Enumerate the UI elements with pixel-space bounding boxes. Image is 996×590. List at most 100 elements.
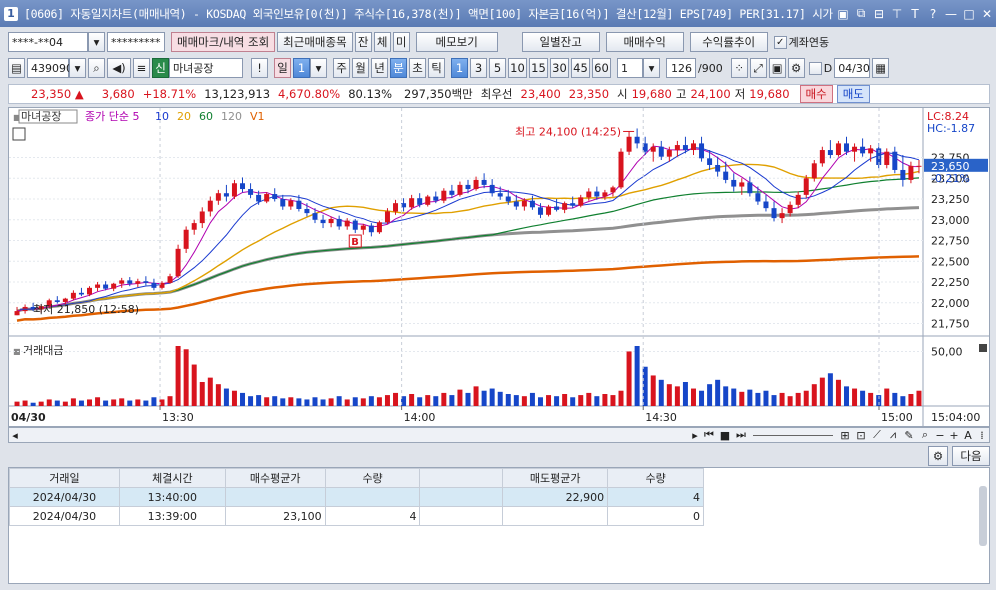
next-button[interactable]: 다음 (952, 445, 990, 466)
trade-mark-button[interactable]: 매매마크/내역 조회 (171, 32, 276, 52)
col-trade-date[interactable]: 거래일 (9, 468, 120, 488)
col-exec-time[interactable]: 체결시간 (118, 468, 226, 488)
magnifier-icon[interactable]: ⌕ (917, 428, 933, 442)
save-icon[interactable]: ▣ (768, 58, 786, 78)
window-icon[interactable]: ⊡ (853, 429, 869, 442)
window-link-icon[interactable]: ⧉ (852, 6, 870, 21)
chevron-down-icon[interactable]: ▾ (643, 58, 660, 78)
interval-30-button[interactable]: 30 (550, 58, 569, 78)
candle-body (62, 298, 68, 302)
password-field[interactable]: ********* (107, 32, 165, 52)
date-checkbox[interactable] (808, 61, 822, 75)
return-trend-button[interactable]: 수익률추이 (689, 32, 768, 52)
candle-body (111, 283, 117, 289)
search-icon[interactable]: ⌕ (88, 58, 105, 78)
zoom-slider[interactable] (753, 434, 833, 436)
table-row[interactable]: 2024/04/30 13:39:00 23,100 4 0 (9, 506, 704, 526)
interval-10-button[interactable]: 10 (508, 58, 527, 78)
chevron-down-icon[interactable]: ▾ (310, 58, 327, 78)
trend-line-icon[interactable]: ⟋ (869, 428, 885, 442)
maximize-icon[interactable]: □ (960, 7, 978, 21)
font-icon[interactable]: T (906, 7, 924, 21)
candle (715, 156, 721, 177)
candle (481, 173, 487, 189)
year-button[interactable]: 년 (371, 58, 388, 78)
interval-1-button[interactable]: 1 (451, 58, 468, 78)
table-row[interactable]: 2024/04/30 13:40:00 22,900 4 (9, 487, 704, 507)
alert-button[interactable]: ! (251, 58, 268, 78)
settings-gear-icon[interactable]: ⚙ (928, 445, 948, 466)
col-blank[interactable] (419, 468, 504, 488)
grid-scrollbar[interactable] (979, 486, 987, 546)
grid-icon[interactable]: ⁞ (975, 429, 989, 442)
chart-area[interactable]: 23,750 23,500 23,250 23,000 22,750 22,500 22,2… (8, 107, 990, 427)
price-chart-svg[interactable]: 23,75023,50023,25023,00022,75022,50022,2… (9, 108, 989, 426)
cell-buy-avg: 23,100 (224, 506, 326, 526)
interval-5-button[interactable]: 5 (489, 58, 506, 78)
scroll-right-icon[interactable]: ▸ (689, 429, 701, 442)
sell-button[interactable]: 매도 (836, 85, 870, 103)
candle-body (650, 146, 656, 152)
gear-icon[interactable]: ⚙ (787, 58, 805, 78)
indicator-icon[interactable]: ⁘ (730, 58, 748, 78)
step-back-icon[interactable]: ⏮ (701, 428, 717, 442)
interval-45-button[interactable]: 45 (571, 58, 590, 78)
minute-button[interactable]: 분 (390, 58, 407, 78)
daily-balance-button[interactable]: 일별잔고 (521, 32, 600, 52)
layout-icon[interactable]: ⊞ (837, 429, 853, 442)
interval-15-button[interactable]: 15 (529, 58, 548, 78)
calendar-icon[interactable]: ▦ (872, 58, 890, 78)
help-icon[interactable]: ? (924, 7, 942, 21)
chevron-down-icon[interactable]: ▾ (69, 58, 86, 78)
col-sell-avg[interactable]: 매도평균가 (502, 468, 609, 488)
candle (892, 146, 898, 174)
chevron-down-icon[interactable]: ▾ (88, 32, 105, 52)
interval-count-select[interactable]: 1 (617, 58, 643, 78)
tick-button[interactable]: 틱 (428, 58, 445, 78)
interval-3-button[interactable]: 3 (470, 58, 487, 78)
col-sell-qty[interactable]: 수량 (607, 468, 704, 488)
second-button[interactable]: 초 (409, 58, 426, 78)
step-forward-icon[interactable]: ⏭ (733, 428, 749, 442)
volume-bar (610, 395, 616, 406)
col-buy-avg[interactable]: 매수평균가 (224, 468, 326, 488)
scroll-left-icon[interactable]: ◂ (9, 429, 21, 442)
stock-code-input[interactable]: 439090 (27, 58, 73, 78)
recent-trades-button[interactable]: 최근매매종목 (277, 32, 353, 52)
text-tool-icon[interactable]: A (961, 429, 975, 442)
pin-icon[interactable]: ⊤ (888, 7, 906, 21)
candle-body (376, 222, 382, 233)
pencil-icon[interactable]: ✎ (901, 429, 917, 442)
candle-body (570, 203, 576, 206)
chart-type-icon[interactable]: ▤ (8, 58, 25, 78)
week-button[interactable]: 주 (333, 58, 350, 78)
window-copy-icon[interactable]: ⊟ (870, 7, 888, 21)
memo-button[interactable]: 메모보기 (415, 32, 498, 52)
zoom-in-icon[interactable]: + (947, 429, 961, 442)
month-button[interactable]: 월 (352, 58, 369, 78)
volume-bar (473, 386, 479, 406)
fibonacci-icon[interactable]: ⩘ (885, 428, 901, 442)
buy-button[interactable]: 매수 (799, 85, 833, 103)
window-layout-icon[interactable]: ▣ (834, 7, 852, 21)
speaker-icon[interactable]: ◀) (107, 58, 131, 78)
zoom-out-icon[interactable]: − (933, 429, 947, 442)
drawing-icon[interactable]: ⤢ (749, 58, 767, 78)
close-icon[interactable]: ✕ (978, 7, 996, 21)
bar-count-input[interactable]: 126 (666, 58, 696, 78)
minimize-icon[interactable]: — (942, 7, 960, 21)
jan-button[interactable]: 잔 (354, 32, 372, 52)
mi-button[interactable]: 미 (392, 32, 410, 52)
account-link-checkbox[interactable]: ✓ (773, 35, 787, 49)
col-buy-qty[interactable]: 수량 (324, 468, 421, 488)
stop-icon[interactable]: ■ (717, 429, 733, 442)
interval-60-button[interactable]: 60 (592, 58, 611, 78)
che-button[interactable]: 체 (373, 32, 391, 52)
day-button[interactable]: 일 (274, 58, 291, 78)
account-select[interactable]: ****-**04 (8, 32, 88, 52)
volume-bar (682, 382, 688, 406)
date-input[interactable]: 04/30 (834, 58, 871, 78)
list-icon[interactable]: ≡ (133, 58, 150, 78)
trade-profit-button[interactable]: 매매수익 (605, 32, 684, 52)
day-count-select[interactable]: 1 (293, 58, 310, 78)
